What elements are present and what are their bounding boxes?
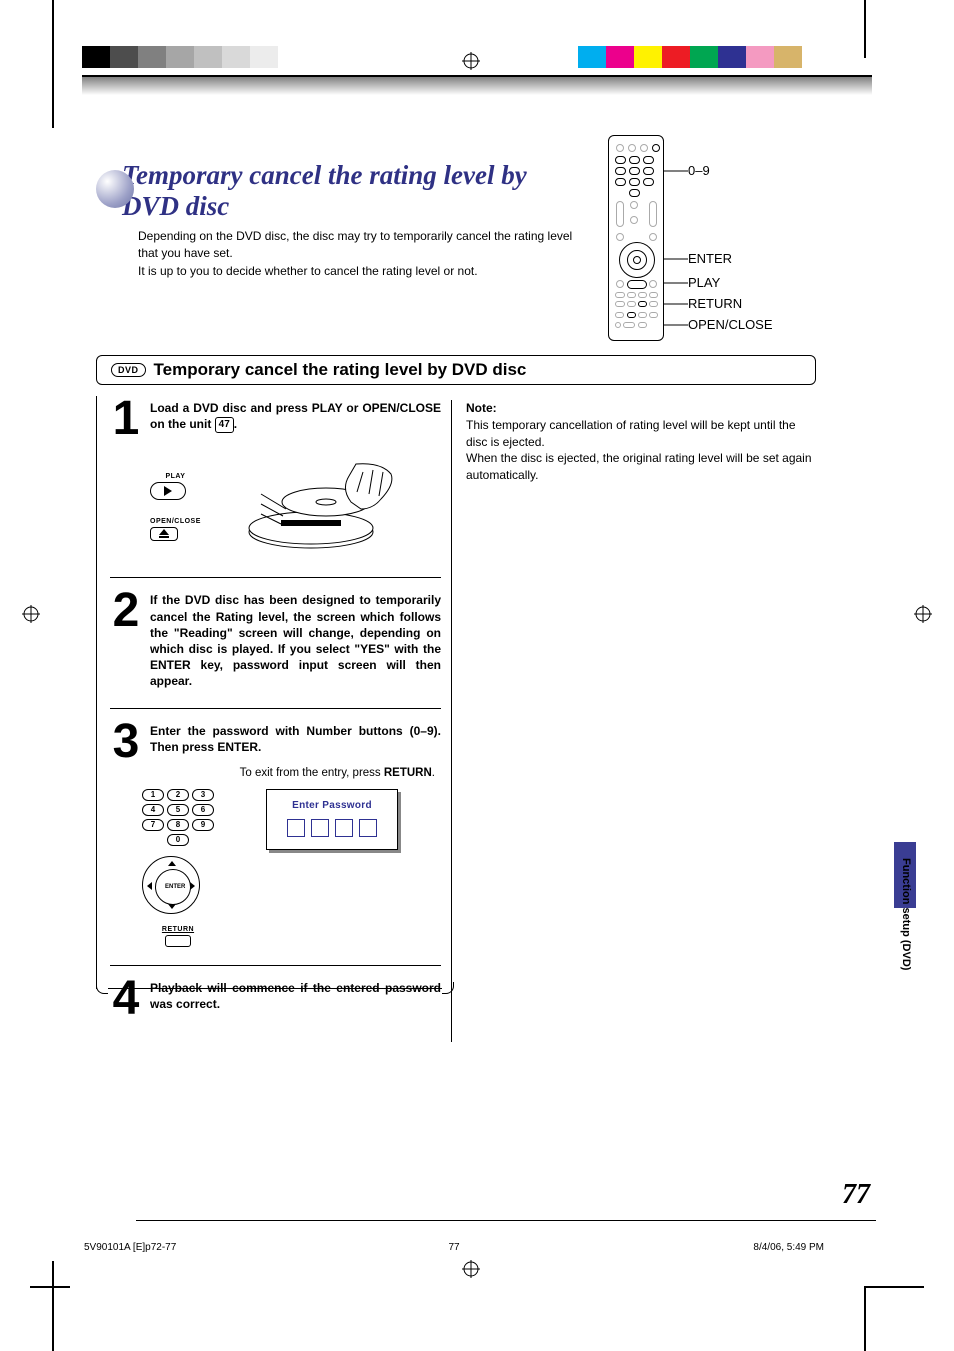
eject-icon	[150, 527, 178, 541]
password-box	[287, 819, 305, 837]
numpad-key: 6	[192, 804, 214, 816]
step-text: Playback will commence if the entered pa…	[150, 980, 441, 1018]
dpad-ill: ENTER	[142, 856, 200, 914]
registration-mark-icon	[462, 52, 480, 70]
password-box	[311, 819, 329, 837]
dvd-badge-icon: DVD	[111, 363, 146, 377]
remote-label-openclose: OPEN/CLOSE	[688, 317, 773, 332]
footer-left: 5V90101A [E]p72-77	[84, 1242, 331, 1253]
numpad-key: 4	[142, 804, 164, 816]
dpad-enter-label: ENTER	[165, 884, 185, 890]
page-subtitle: Depending on the DVD disc, the disc may …	[96, 222, 576, 280]
steps-column: 1 Load a DVD disc and press PLAY or OPEN…	[96, 400, 452, 1042]
numpad-key: 1	[142, 789, 164, 801]
arrow-right-icon	[190, 882, 195, 890]
step-3: 3 Enter the password with Number buttons…	[110, 723, 441, 761]
remote-label-numbers: 0–9	[688, 163, 710, 178]
note-heading: Note:	[466, 401, 497, 415]
step-number: 4	[110, 980, 142, 1018]
page-title: Temporary cancel the rating level by DVD…	[96, 160, 576, 222]
password-box	[359, 819, 377, 837]
password-boxes	[275, 819, 389, 837]
numpad-key: 7	[142, 819, 164, 831]
footer: 5V90101A [E]p72-77 77 8/4/06, 5:49 PM	[84, 1242, 824, 1253]
play-button-ill: PLAY	[150, 473, 201, 500]
crop-mark	[52, 0, 54, 128]
note-column: Note: This temporary cancellation of rat…	[466, 400, 816, 484]
step-3släpp-panel: Enter Password	[256, 789, 398, 947]
numpad-key: 2	[167, 789, 189, 801]
step-divider	[110, 708, 441, 709]
footer-center: 77	[331, 1242, 578, 1253]
step-text: Load a DVD disc and press PLAY or OPEN/C…	[150, 400, 441, 438]
section-heading-bar: DVD Temporary cancel the rating level by…	[96, 355, 816, 385]
crop-mark	[30, 1286, 70, 1288]
note-line: When the disc is ejected, the original r…	[466, 451, 812, 482]
step-text: Enter the password with Number buttons (…	[150, 723, 441, 761]
step-number: 2	[110, 592, 142, 689]
registration-mark-icon	[22, 605, 40, 623]
step-3-illustration: 1 2 3 4 5 6 7 8 9 0	[142, 789, 441, 947]
title-bullet-icon	[96, 170, 134, 208]
openclose-label: OPEN/CLOSE	[150, 518, 201, 525]
step-1-illustration: PLAY OPEN/CLOSE	[150, 454, 441, 559]
numpad-key: 9	[192, 819, 214, 831]
crop-mark	[52, 1261, 54, 1351]
number-pad-ill: 1 2 3 4 5 6 7 8 9 0	[142, 789, 214, 846]
arrow-left-icon	[147, 882, 152, 890]
play-label: PLAY	[150, 473, 201, 480]
note-line: This temporary cancellation of rating le…	[466, 418, 796, 449]
crop-mark	[864, 1286, 866, 1351]
return-box-icon	[165, 935, 191, 947]
page-ref-badge: 47	[215, 417, 234, 433]
step-divider	[110, 965, 441, 966]
header-gradient-rule	[82, 75, 872, 95]
footer-right: 8/4/06, 5:49 PM	[577, 1242, 824, 1253]
return-label: RETURN	[142, 926, 214, 933]
step-2: 2 If the DVD disc has been designed to t…	[110, 592, 441, 689]
step-4: 4 Playback will commence if the entered …	[110, 980, 441, 1018]
step-3-exit-note: To exit from the entry, press RETURN.	[116, 767, 435, 779]
numpad-key: 8	[167, 819, 189, 831]
page-number-rule	[136, 1220, 876, 1221]
step-text: If the DVD disc has been designed to tem…	[150, 592, 441, 689]
page-number: 77	[842, 1179, 870, 1211]
side-tab-label: Function setup (DVD)	[900, 858, 912, 970]
password-panel-title: Enter Password	[275, 800, 389, 811]
remote-label-enter: ENTER	[688, 251, 732, 266]
numpad-key: 3	[192, 789, 214, 801]
step-number: 3	[110, 723, 142, 761]
enter-password-panel: Enter Password	[266, 789, 398, 850]
password-box	[335, 819, 353, 837]
return-button-ill: RETURN	[142, 926, 214, 947]
crop-mark	[864, 1286, 924, 1288]
page-title-block: Temporary cancel the rating level by DVD…	[96, 160, 576, 280]
crop-mark	[864, 0, 866, 58]
play-icon	[150, 482, 186, 500]
step-divider	[110, 577, 441, 578]
step-number: 1	[110, 400, 142, 438]
numpad-key: 0	[167, 834, 189, 846]
manual-page: Temporary cancel the rating level by DVD…	[0, 0, 954, 1351]
grayscale-bar	[82, 46, 296, 68]
disc-insert-illustration	[231, 454, 411, 559]
remote-label-play: PLAY	[688, 275, 720, 290]
arrow-up-icon	[168, 861, 176, 866]
numpad-key: 5	[167, 804, 189, 816]
registration-mark-icon	[462, 1260, 480, 1278]
arrow-down-icon	[168, 904, 176, 909]
remote-outline	[608, 135, 664, 341]
subtitle-line: It is up to you to decide whether to can…	[138, 264, 478, 278]
subtitle-line: Depending on the DVD disc, the disc may …	[138, 229, 572, 260]
section-heading: Temporary cancel the rating level by DVD…	[154, 360, 527, 380]
color-bar	[578, 46, 802, 68]
step-1: 1 Load a DVD disc and press PLAY or OPEN…	[110, 400, 441, 438]
remote-diagram: 0–9 ENTER PLAY RETURN OPEN/CLOSE	[604, 135, 854, 341]
openclose-button-ill: OPEN/CLOSE	[150, 518, 201, 541]
remote-label-return: RETURN	[688, 296, 742, 311]
step-3-buttons-column: 1 2 3 4 5 6 7 8 9 0	[142, 789, 214, 947]
registration-mark-icon	[914, 605, 932, 623]
